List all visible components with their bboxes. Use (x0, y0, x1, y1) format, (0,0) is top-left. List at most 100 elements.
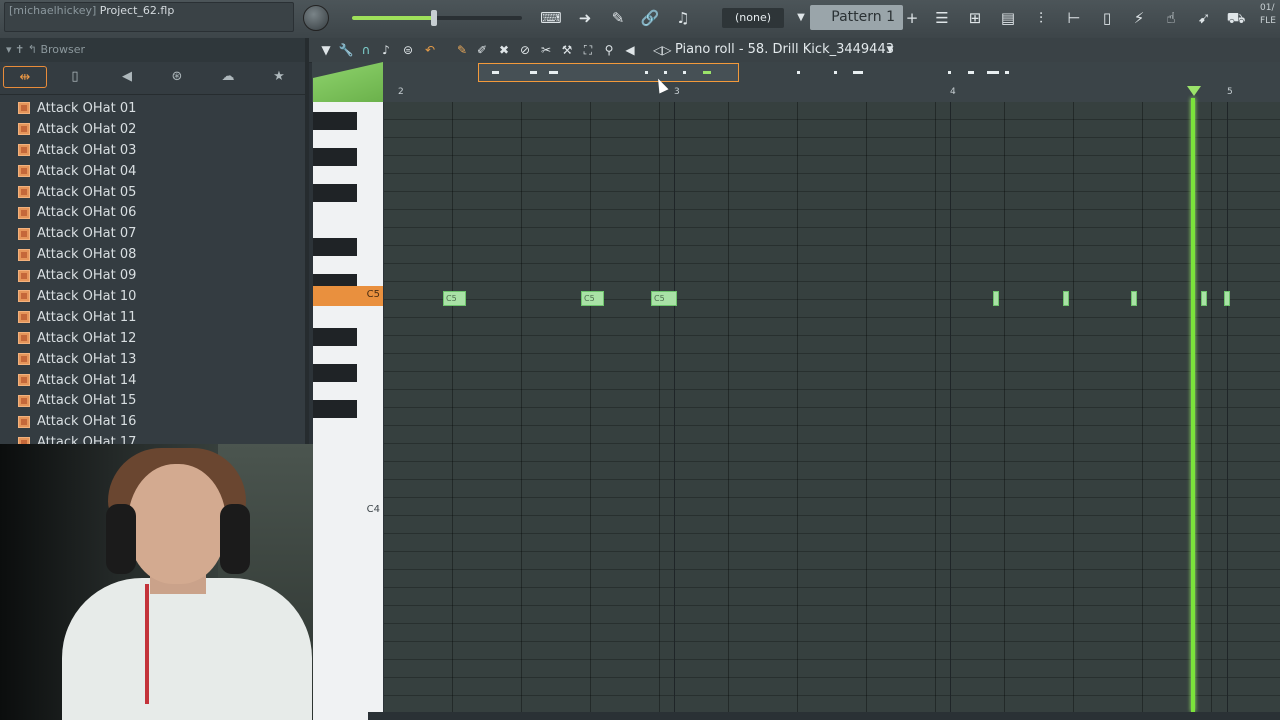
browser-collapse-icon[interactable]: ▾ ✝ ↰ (6, 43, 40, 56)
audio-file-icon (18, 206, 30, 219)
key-c5-highlighted[interactable]: C5 (313, 286, 383, 306)
overview-note-mark (492, 71, 499, 74)
pencil-tool-icon[interactable]: ✎ (453, 41, 471, 59)
browser-file-item[interactable]: Attack OHat 10 (0, 286, 305, 307)
audio-file-icon (18, 248, 30, 261)
pattern-selector[interactable]: Pattern 1 (810, 5, 903, 30)
piano-roll-title[interactable]: Piano roll - 58. Drill Kick_3449443 (675, 42, 894, 57)
target-channel-icon[interactable]: ◁▷ (653, 41, 671, 59)
note-short[interactable] (993, 291, 999, 306)
black-key[interactable] (313, 238, 357, 256)
browser-file-item[interactable]: Attack OHat 02 (0, 119, 305, 140)
browser-tab-plugin-icon[interactable]: ⊛ (155, 66, 199, 88)
project-title-box[interactable]: [michaelhickey] Project_62.flp (4, 2, 294, 32)
overview-scroll-window[interactable] (478, 63, 739, 82)
note-c5[interactable]: C5 (651, 291, 677, 306)
shop-cart-icon[interactable]: ⛟ (1225, 8, 1247, 28)
piano-keyboard[interactable]: C5 C4 (313, 102, 383, 720)
browser-tab-favorites-icon[interactable]: ★ (257, 66, 301, 88)
browser-file-label: Attack OHat 05 (37, 184, 137, 200)
black-key[interactable] (313, 328, 357, 346)
project-file-icon[interactable]: ▯ (1096, 8, 1118, 28)
overview-note-mark (664, 71, 667, 74)
master-pitch-knob[interactable] (303, 5, 329, 31)
note-short[interactable] (1131, 291, 1137, 306)
add-pattern-icon[interactable]: + (901, 8, 923, 28)
magnet-snap-icon[interactable]: ∩ (357, 41, 375, 59)
playback-tool-icon[interactable]: ◀ (621, 41, 639, 59)
playhead-line[interactable] (1191, 98, 1195, 712)
browser-file-label: Attack OHat 03 (37, 142, 137, 158)
browser-file-item[interactable]: Attack OHat 01 (0, 98, 305, 119)
horizontal-scrollbar[interactable] (368, 712, 1280, 720)
snap-dropdown-icon[interactable]: ▼ (790, 8, 812, 28)
overview-note-mark (797, 71, 800, 74)
black-key[interactable] (313, 112, 357, 130)
wave-tool-icon[interactable]: ➹ (1193, 8, 1215, 28)
note-short[interactable] (1201, 291, 1207, 306)
note-c5[interactable]: C5 (581, 291, 604, 306)
note-short[interactable] (1063, 291, 1069, 306)
note-icon[interactable]: ♪ (377, 41, 395, 59)
browser-file-label: Attack OHat 09 (37, 268, 137, 284)
note-short[interactable] (1224, 291, 1230, 306)
browser-file-item[interactable]: Attack OHat 05 (0, 182, 305, 203)
browser-file-item[interactable]: Attack OHat 16 (0, 411, 305, 432)
master-volume-handle[interactable] (430, 10, 437, 26)
metronome-icon[interactable]: ♫ (672, 8, 694, 28)
mixer-icon[interactable]: ⫶ (1030, 8, 1052, 28)
slice-tool-icon[interactable]: ⚒ (558, 41, 576, 59)
plugin-plug-icon[interactable]: ⚡ (1128, 8, 1150, 28)
browser-file-item[interactable]: Attack OHat 11 (0, 307, 305, 328)
stamp-icon[interactable]: ⊜ (399, 41, 417, 59)
overview-note-mark (549, 71, 558, 74)
step-edit-arrow-icon[interactable]: ➜ (574, 8, 596, 28)
browser-tab-cloud-icon[interactable]: ☁ (206, 66, 250, 88)
wrench-icon[interactable]: 🔧 (337, 41, 355, 59)
key-label-c4: C4 (366, 504, 380, 515)
piano-roll-menu-icon[interactable]: ▼ (317, 41, 335, 59)
mute-tool-icon[interactable]: ⊘ (516, 41, 534, 59)
black-key[interactable] (313, 148, 357, 166)
browser-file-item[interactable]: Attack OHat 14 (0, 370, 305, 391)
metronome-pen-icon[interactable]: ✎ (607, 8, 629, 28)
zoom-tool-icon[interactable]: ⚲ (600, 41, 618, 59)
playhead-marker-icon[interactable] (1187, 86, 1201, 96)
channel-rack-icon[interactable]: ▤ (997, 8, 1019, 28)
browser-file-label: Attack OHat 06 (37, 205, 137, 221)
black-key[interactable] (313, 364, 357, 382)
browser-file-item[interactable]: Attack OHat 07 (0, 223, 305, 244)
slip-tool-icon[interactable]: ✂ (537, 41, 555, 59)
webcam-headphone-cable (145, 584, 149, 704)
browser-file-item[interactable]: Attack OHat 12 (0, 328, 305, 349)
select-tool-icon[interactable]: ⛶ (579, 41, 597, 59)
browser-file-item[interactable]: Attack OHat 06 (0, 202, 305, 223)
piano-roll-ruler[interactable] (312, 62, 1280, 102)
browser-file-item[interactable]: Attack OHat 13 (0, 349, 305, 370)
browser-file-item[interactable]: Attack OHat 15 (0, 390, 305, 411)
piano-roll-icon[interactable]: ⊞ (964, 8, 986, 28)
browser-file-item[interactable]: Attack OHat 09 (0, 265, 305, 286)
browser-tab-project-icon[interactable]: ▯ (53, 66, 97, 88)
browser-tab-speaker-icon[interactable]: ◀ (105, 66, 149, 88)
browser-tree-icon[interactable]: ⊢ (1063, 8, 1085, 28)
link-icon[interactable]: 🔗 (639, 8, 661, 28)
note-c5[interactable]: C5 (443, 291, 466, 306)
delete-tool-icon[interactable]: ✖ (495, 41, 513, 59)
browser-file-item[interactable]: Attack OHat 03 (0, 140, 305, 161)
browser-file-item[interactable]: Attack OHat 08 (0, 244, 305, 265)
paint-brush-icon[interactable]: ✐ (473, 41, 491, 59)
browser-file-item[interactable]: Attack OHat 04 (0, 161, 305, 182)
touch-controller-icon[interactable]: ☝ (1160, 8, 1182, 28)
undo-icon[interactable]: ↶ (421, 41, 439, 59)
black-key[interactable] (313, 400, 357, 418)
browser-tab-all-icon[interactable]: ⇹ (3, 66, 47, 88)
note-grid[interactable] (384, 102, 1280, 712)
master-volume-slider[interactable] (352, 10, 522, 26)
browser-file-label: Attack OHat 16 (37, 414, 137, 430)
typing-keyboard-icon[interactable]: ⌨ (540, 8, 562, 28)
playlist-icon[interactable]: ☰ (931, 8, 953, 28)
snap-select[interactable]: (none) (722, 8, 784, 28)
black-key[interactable] (313, 184, 357, 202)
title-dropdown-icon[interactable]: ▼ (881, 41, 899, 59)
